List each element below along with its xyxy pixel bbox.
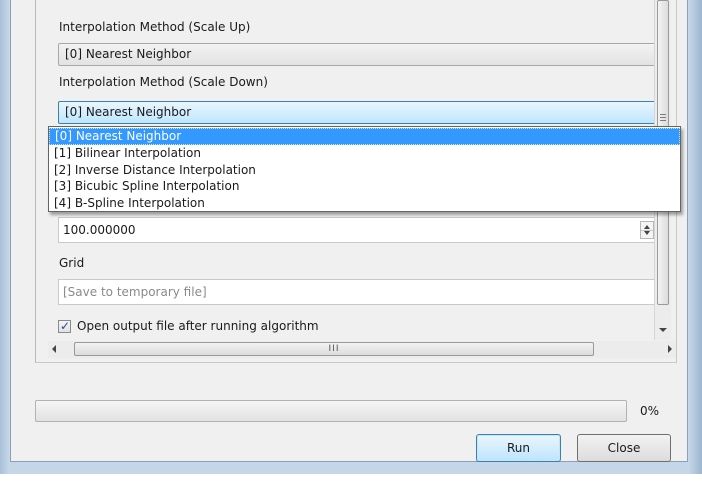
horizontal-scrollbar[interactable]: III bbox=[48, 341, 676, 358]
spin-down-icon[interactable] bbox=[644, 231, 650, 235]
dropdown-option[interactable]: [1] Bilinear Interpolation bbox=[49, 145, 680, 162]
close-button[interactable]: Close bbox=[577, 434, 671, 462]
spin-buttons[interactable] bbox=[640, 221, 654, 239]
scale-up-value: [0] Nearest Neighbor bbox=[65, 47, 192, 61]
scale-up-label: Interpolation Method (Scale Up) bbox=[59, 20, 251, 34]
open-output-option[interactable]: ✓ Open output file after running algorit… bbox=[58, 317, 319, 335]
dropdown-option[interactable]: [3] Bicubic Spline Interpolation bbox=[49, 178, 680, 195]
numeric-value: 100.000000 bbox=[63, 223, 136, 237]
spin-up-icon[interactable] bbox=[644, 225, 650, 229]
interpolation-dropdown-list[interactable]: [0] Nearest Neighbor [1] Bilinear Interp… bbox=[48, 126, 681, 212]
dropdown-option[interactable]: [2] Inverse Distance Interpolation bbox=[49, 162, 680, 179]
dialog-client-area: Interpolation Method (Scale Up) [0] Near… bbox=[10, 0, 688, 462]
window-border-right bbox=[688, 0, 702, 474]
scale-down-value: [0] Nearest Neighbor bbox=[65, 105, 192, 119]
checkmark-icon: ✓ bbox=[60, 318, 71, 333]
numeric-spinbox[interactable]: 100.000000 bbox=[58, 217, 658, 243]
scale-down-combobox[interactable]: [0] Nearest Neighbor bbox=[58, 101, 658, 124]
grid-label: Grid bbox=[59, 256, 85, 270]
dropdown-option[interactable]: [0] Nearest Neighbor bbox=[49, 128, 680, 145]
scroll-right-arrow-icon[interactable] bbox=[668, 345, 672, 353]
window-border-left bbox=[0, 0, 10, 474]
grid-output-field[interactable]: [Save to temporary file] bbox=[58, 279, 658, 305]
scroll-left-arrow-icon[interactable] bbox=[52, 345, 56, 353]
progress-bar bbox=[35, 400, 627, 422]
scale-down-label: Interpolation Method (Scale Down) bbox=[59, 75, 268, 89]
progress-percentage: 0% bbox=[640, 404, 660, 418]
scale-up-combobox[interactable]: [0] Nearest Neighbor bbox=[58, 43, 658, 66]
run-button[interactable]: Run bbox=[476, 434, 561, 462]
grid-placeholder: [Save to temporary file] bbox=[63, 285, 207, 299]
horizontal-scroll-thumb[interactable]: III bbox=[74, 342, 594, 356]
scroll-down-arrow-icon[interactable] bbox=[659, 328, 667, 332]
scroll-grip: III bbox=[328, 344, 340, 354]
open-output-checkbox[interactable]: ✓ bbox=[58, 318, 71, 333]
open-output-label: Open output file after running algorithm bbox=[77, 319, 319, 333]
dropdown-option[interactable]: [4] B-Spline Interpolation bbox=[49, 195, 680, 212]
